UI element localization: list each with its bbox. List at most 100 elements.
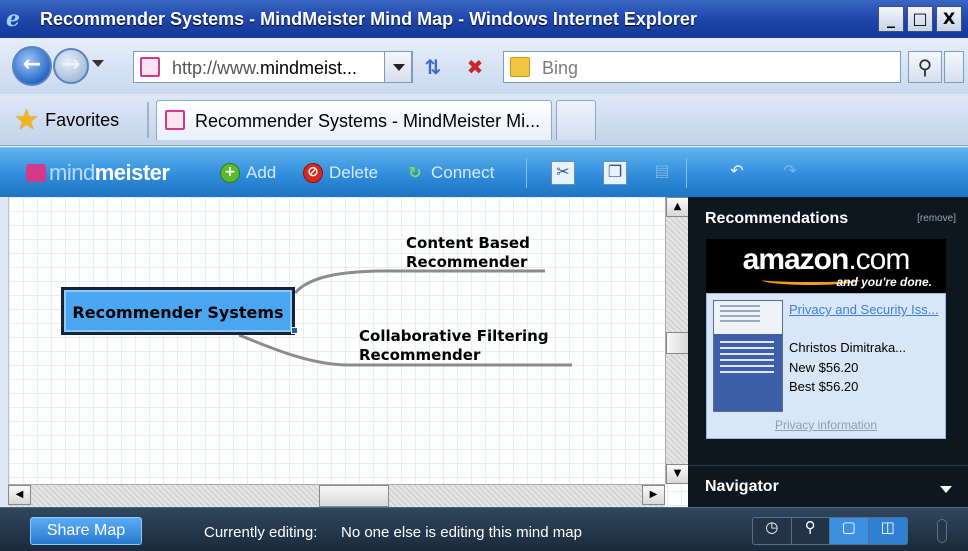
product-title-link[interactable]: Privacy and Security Iss...: [789, 302, 939, 318]
split-view-icon: ◫: [880, 518, 895, 536]
connect-icon: ↻: [408, 163, 422, 182]
minimize-button[interactable]: _: [878, 6, 904, 32]
child-node-line: Collaborative Filtering: [359, 327, 549, 345]
full-view-button[interactable]: ▢: [830, 518, 869, 544]
stop-icon[interactable]: ✖: [462, 54, 488, 80]
new-tab-button[interactable]: [556, 100, 596, 140]
undo-icon[interactable]: ↶: [725, 161, 749, 185]
share-map-button[interactable]: Share Map: [30, 517, 142, 545]
product-new-price: New $56.20: [789, 360, 859, 375]
tab-favicon-icon: [165, 110, 185, 130]
forward-arrow-icon: →: [61, 52, 81, 77]
scroll-down-button[interactable]: ▼: [666, 464, 689, 484]
search-box[interactable]: Bing: [503, 51, 901, 83]
split-view-button[interactable]: ◫: [868, 518, 907, 544]
copy-icon[interactable]: ❐: [603, 161, 627, 185]
logo-text-bold: meister: [94, 160, 170, 185]
window-controls: _ □ X: [878, 6, 962, 32]
page-favicon-icon: [140, 57, 160, 77]
connect-label: Connect: [431, 163, 495, 182]
amazon-logo: amazon.com: [706, 243, 946, 277]
search-options-dropdown[interactable]: [944, 51, 964, 83]
mindmeister-logo[interactable]: mindmeister: [26, 160, 170, 186]
address-url: http://www.mindmeist...: [172, 58, 357, 79]
child-node-content-based[interactable]: Content Based Recommender: [406, 234, 530, 272]
recent-pages-dropdown[interactable]: [92, 60, 104, 67]
search-placeholder: Bing: [542, 58, 579, 78]
child-node-collaborative[interactable]: Collaborative Filtering Recommender: [359, 327, 549, 365]
connect-button[interactable]: ↻ Connect: [405, 162, 494, 184]
horizontal-scrollbar[interactable]: ◀ ▶: [8, 484, 665, 507]
mindmeister-logo-icon: [26, 164, 46, 182]
close-button[interactable]: X: [936, 6, 962, 32]
redo-icon[interactable]: ↷: [778, 161, 802, 185]
vertical-scrollbar[interactable]: ▲ ▼: [665, 197, 689, 484]
node-resize-handle[interactable]: [291, 327, 298, 334]
compatibility-view-icon[interactable]: ⇅: [420, 54, 446, 80]
zoom-button[interactable]: ⚲: [792, 518, 830, 544]
navigator-title: Navigator: [705, 478, 779, 495]
child-node-line: Content Based: [406, 234, 530, 252]
add-button[interactable]: + Add: [220, 162, 276, 184]
scroll-left-button[interactable]: ◀: [8, 485, 31, 505]
vertical-scroll-thumb[interactable]: [666, 332, 689, 354]
search-button[interactable]: ⚲: [908, 51, 942, 83]
history-button[interactable]: ◷: [753, 518, 792, 544]
address-bar[interactable]: http://www.mindmeist...: [133, 51, 413, 83]
amazon-banner[interactable]: amazon.com and you're done.: [706, 239, 946, 293]
address-dropdown-button[interactable]: [384, 51, 412, 83]
currently-editing-label: Currently editing:: [204, 524, 318, 541]
product-best-price: Best $56.20: [789, 379, 859, 394]
chevron-down-icon: [940, 486, 952, 493]
delete-icon: ⊘: [303, 163, 323, 183]
star-icon: ★: [14, 104, 40, 135]
horizontal-scroll-thumb[interactable]: [319, 485, 389, 507]
history-icon: ◷: [765, 518, 779, 536]
search-icon: ⚲: [804, 518, 816, 536]
toolbar-separator: [526, 158, 527, 188]
add-label: Add: [246, 163, 277, 182]
currently-editing-value: No one else is editing this mind map: [341, 524, 582, 541]
maximize-button[interactable]: □: [907, 6, 933, 32]
cut-icon[interactable]: ✂: [551, 161, 575, 185]
recommendations-title: Recommendations: [705, 210, 849, 227]
scroll-right-button[interactable]: ▶: [642, 485, 665, 505]
mindmap-canvas[interactable]: Recommender Systems Content Based Recomm…: [8, 197, 688, 507]
side-panel: Recommendations [remove] amazon.com and …: [688, 197, 968, 507]
title-bar: e Recommender Systems - MindMeister Mind…: [0, 0, 968, 38]
address-domain: mindmeist...: [260, 58, 358, 78]
remove-recommendations-link[interactable]: [remove]: [917, 213, 956, 224]
view-controls: ◷ ⚲ ▢ ◫: [752, 517, 908, 545]
back-button[interactable]: ←: [12, 46, 52, 86]
tab-mindmeister[interactable]: Recommender Systems - MindMeister Mi...: [156, 100, 552, 140]
product-card: Privacy and Security Iss... Christos Dim…: [706, 293, 946, 439]
forward-button[interactable]: →: [53, 48, 89, 84]
browser-window: e Recommender Systems - MindMeister Mind…: [0, 0, 968, 551]
favorites-button[interactable]: ★ Favorites: [14, 106, 119, 134]
book-cover-image[interactable]: [713, 300, 783, 412]
scroll-up-button[interactable]: ▲: [666, 197, 689, 217]
navigation-bar: ← → http://www.mindmeist... ⇅ ✖ Bing ⚲: [0, 38, 968, 94]
toolbar-separator-2: [686, 158, 687, 188]
logo-text-light: mind: [49, 160, 95, 185]
back-arrow-icon: ←: [22, 52, 42, 77]
panel-grip-handle[interactable]: [937, 519, 947, 543]
plus-icon: +: [220, 163, 240, 183]
connector-content-based: [293, 269, 545, 295]
connector-lines: [238, 269, 572, 367]
product-author: Christos Dimitraka...: [789, 340, 907, 355]
navigator-header[interactable]: Navigator: [688, 465, 968, 507]
amazon-brand-suffix: .com: [848, 243, 910, 276]
privacy-information-link[interactable]: Privacy information: [707, 418, 945, 432]
bing-icon: [510, 57, 530, 77]
delete-label: Delete: [329, 163, 379, 182]
root-node[interactable]: Recommender Systems: [61, 287, 295, 335]
search-icon: ⚲: [917, 55, 933, 79]
amazon-brand: amazon: [742, 243, 850, 276]
address-prefix: http://www.: [172, 58, 261, 78]
paste-icon[interactable]: ▤: [650, 161, 674, 185]
favorites-bar: ★ Favorites Recommender Systems - MindMe…: [0, 94, 968, 146]
delete-button[interactable]: ⊘ Delete: [303, 162, 378, 184]
child-node-line: Recommender: [406, 253, 528, 271]
favorites-label: Favorites: [45, 109, 120, 130]
